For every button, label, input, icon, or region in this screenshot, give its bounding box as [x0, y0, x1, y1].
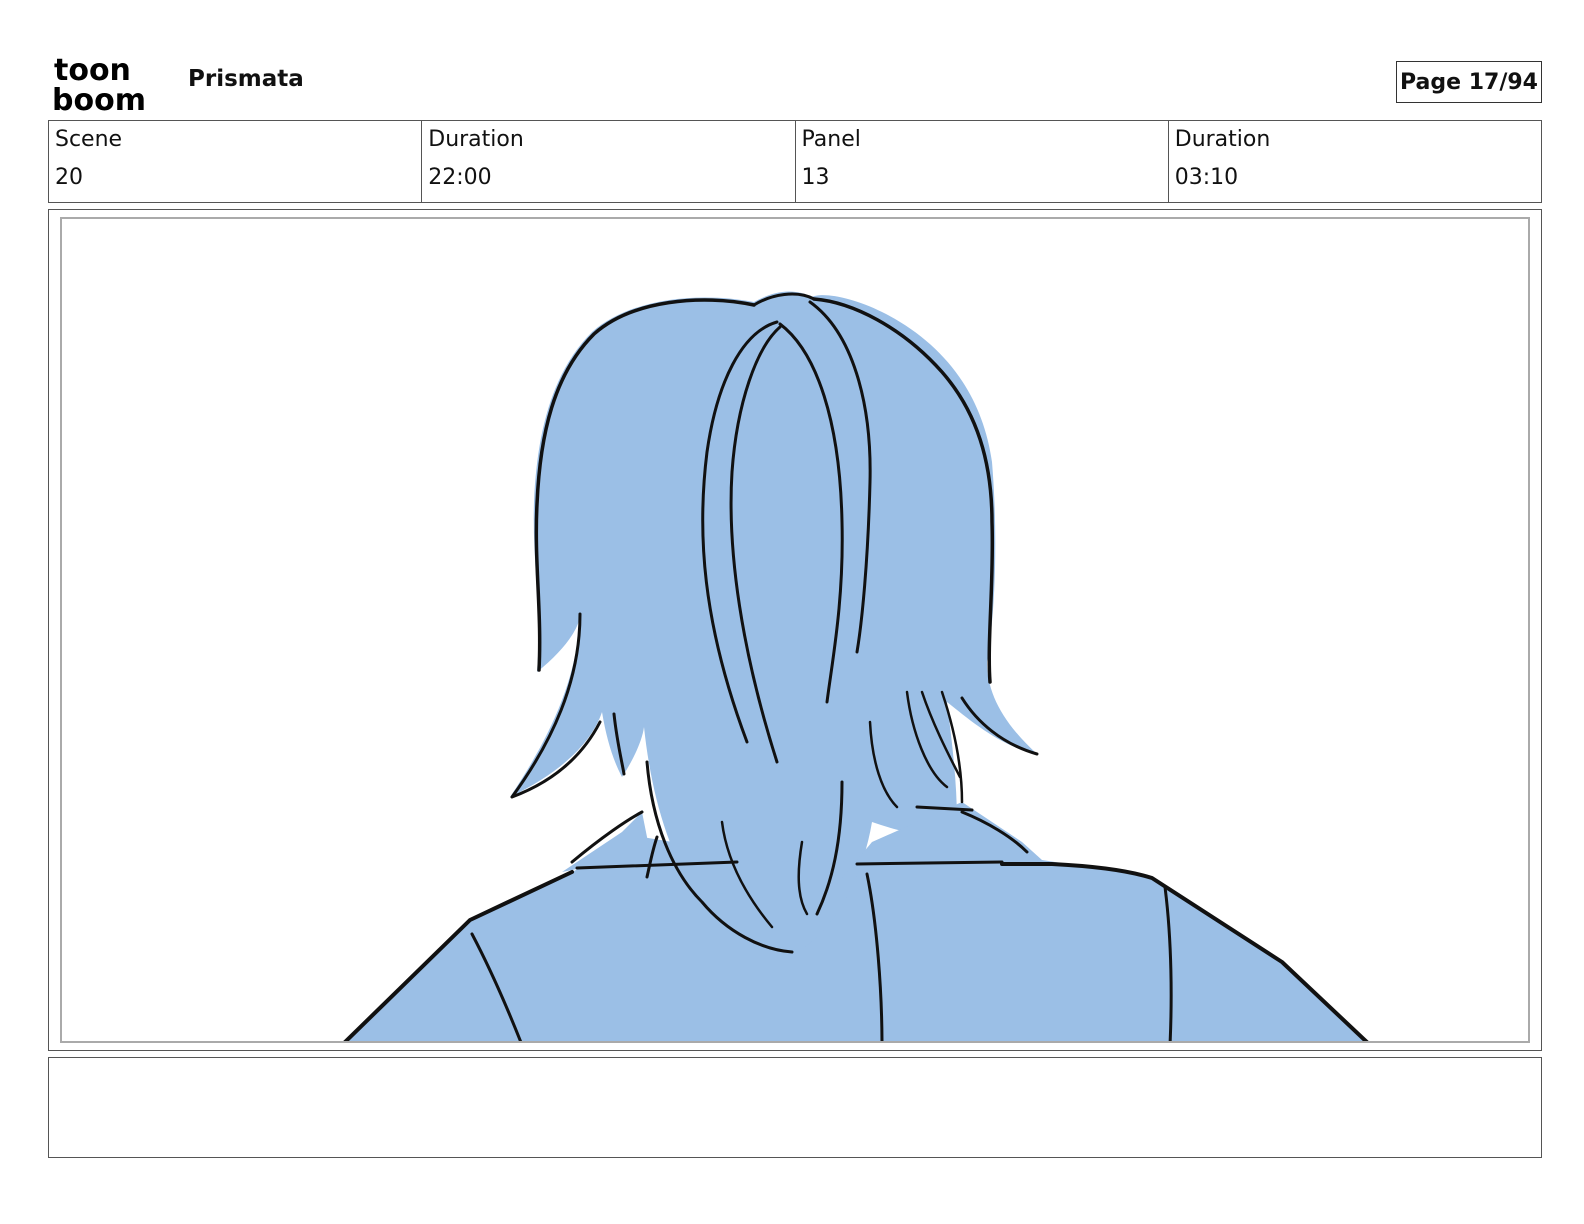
panel-duration-value: 03:10: [1174, 165, 1239, 190]
info-row: Scene 20 Duration 22:00 Panel 13 Duratio…: [48, 120, 1542, 203]
panel-label: Panel: [801, 127, 861, 152]
panel-cell: Panel 13: [796, 121, 1169, 202]
storyboard-page: toon boom Prismata Page 17/94 Scene 20 D…: [0, 0, 1584, 1224]
project-title: Prismata: [188, 66, 304, 92]
character-back-drawing: [343, 291, 1369, 1041]
panel-duration-label: Duration: [1174, 127, 1271, 152]
panel-value: 13: [801, 165, 830, 190]
logo-text-bottom: boom: [52, 83, 146, 112]
panel-image: [60, 217, 1530, 1043]
scene-duration-cell: Duration 22:00: [422, 121, 796, 202]
scene-duration-value: 22:00: [428, 165, 492, 190]
scene-duration-label: Duration: [428, 127, 524, 152]
panel-duration-cell: Duration 03:10: [1169, 121, 1541, 202]
scene-value: 20: [55, 165, 83, 190]
scene-label: Scene: [55, 127, 123, 152]
page-counter: Page 17/94: [1396, 61, 1542, 103]
toon-boom-logo: toon boom: [52, 53, 146, 112]
scene-cell: Scene 20: [49, 121, 423, 202]
panel-notes-box[interactable]: [48, 1057, 1542, 1158]
